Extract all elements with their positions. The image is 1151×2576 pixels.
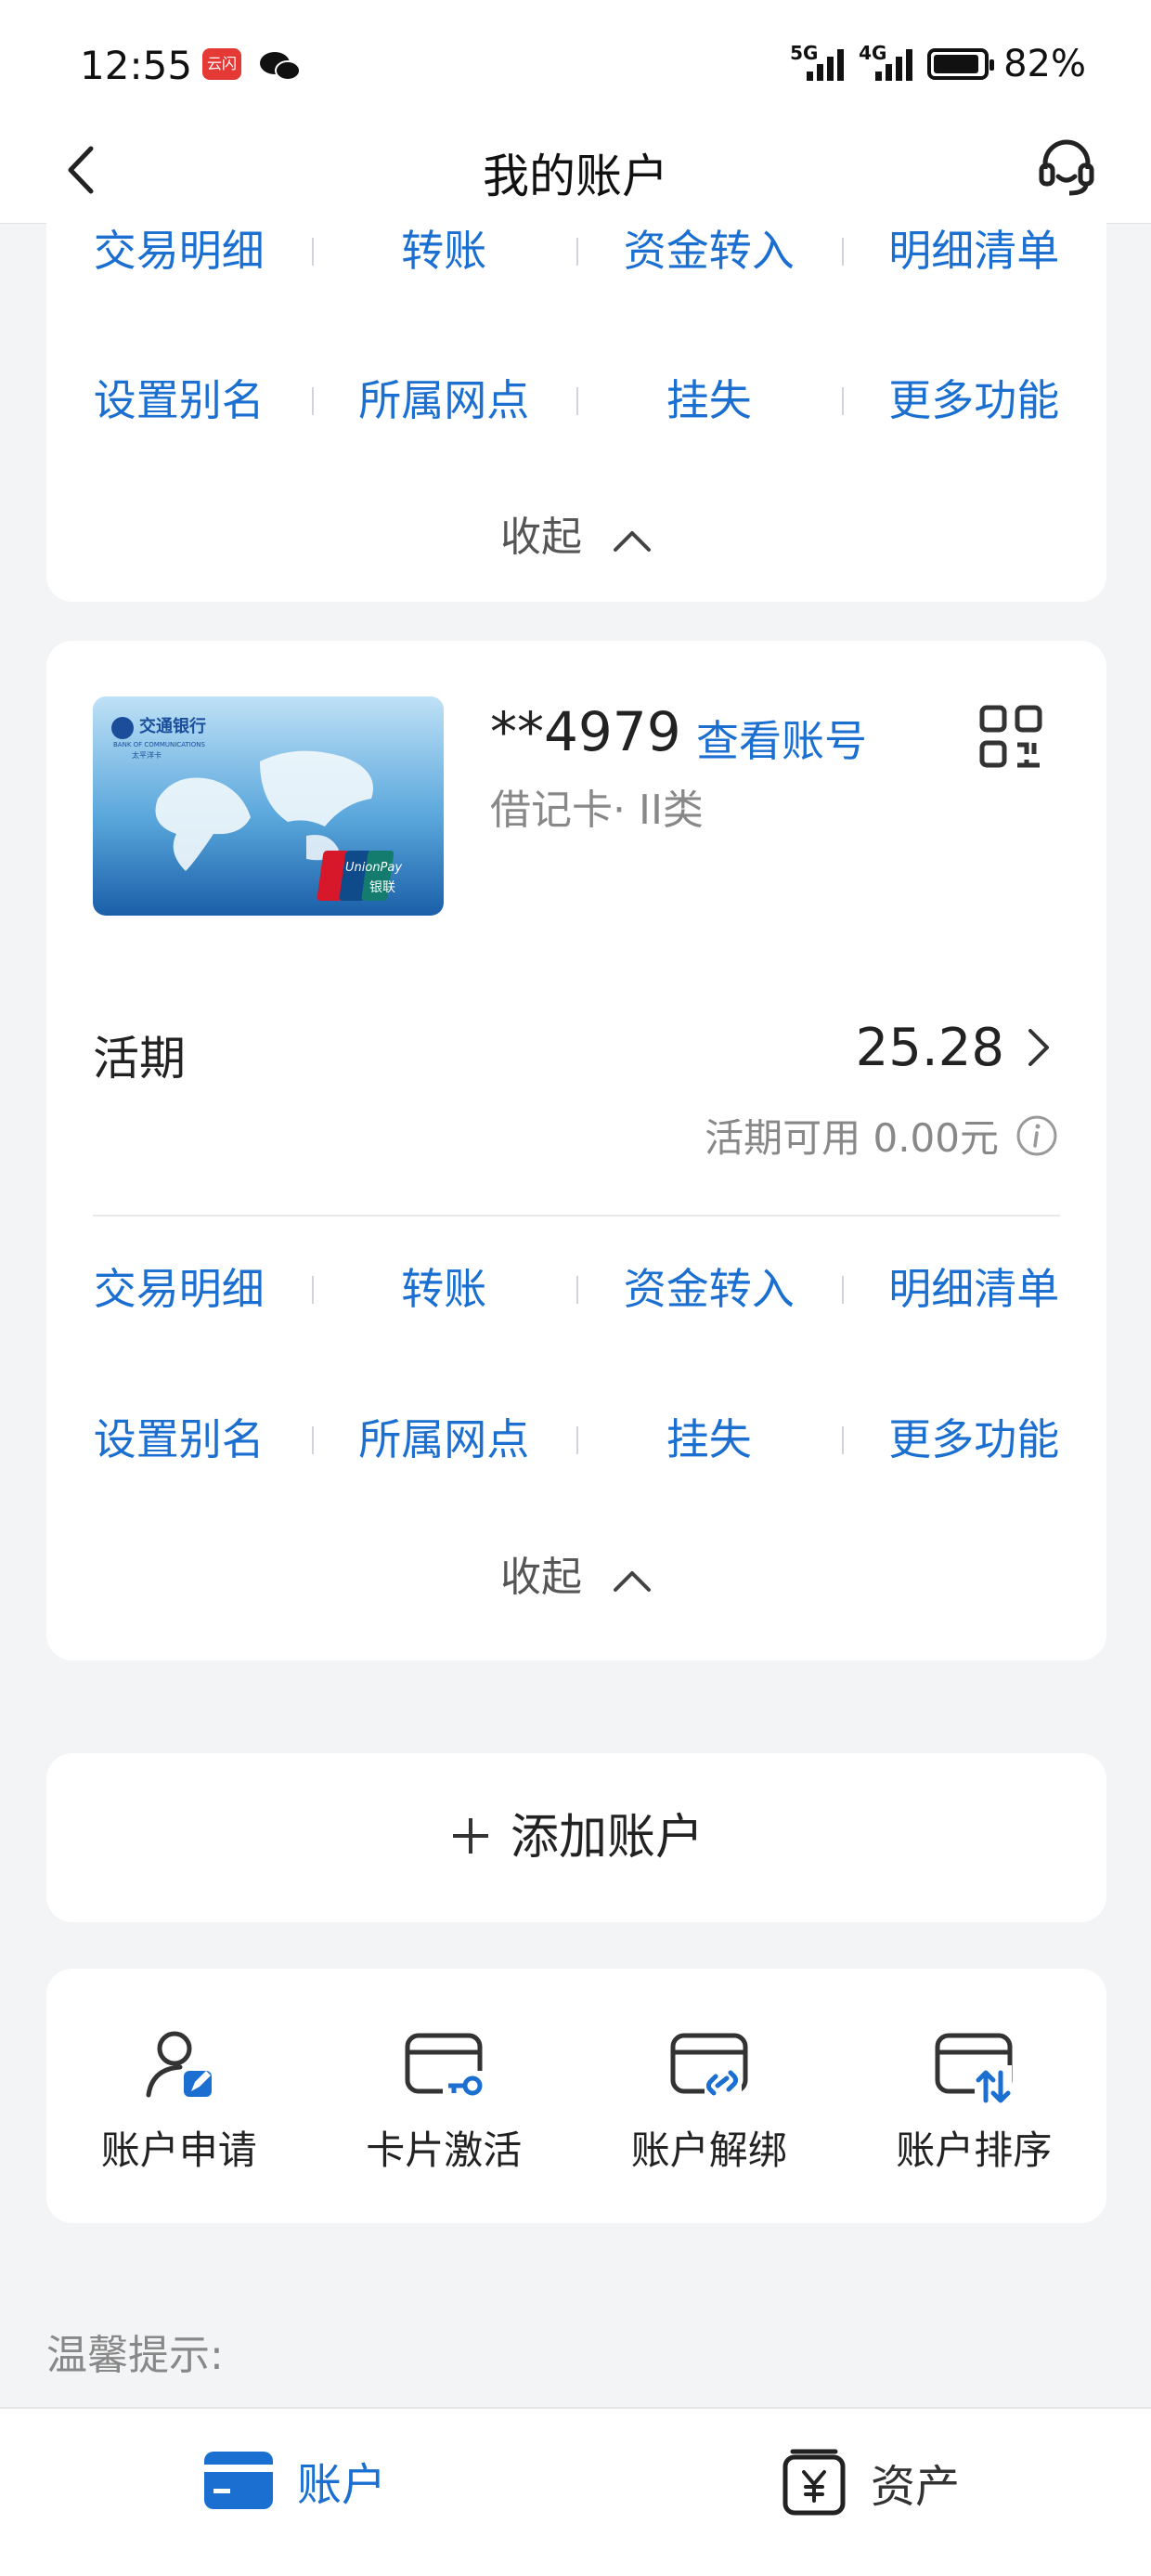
account-card: 交通银行 BANK OF COMMUNICATIONS 太平洋卡 UnionPa…: [46, 641, 1106, 1660]
status-time: 12:55: [80, 43, 193, 88]
signal-4g-icon: 4G: [859, 42, 913, 81]
account-services: 账户申请 卡片激活 账户解绑 账户排序: [46, 1969, 1106, 2223]
more-functions-button[interactable]: 更多功能: [841, 363, 1107, 437]
add-account-row: 添加账户: [46, 1798, 1106, 1867]
tab-account[interactable]: 账户: [204, 2448, 386, 2513]
actions-row-2: 设置别名 所属网点 挂失 更多功能: [46, 1402, 1106, 1477]
transfer-button[interactable]: 转账: [311, 1252, 577, 1326]
set-alias-button[interactable]: 设置别名: [46, 363, 312, 437]
services-row: 账户申请 卡片激活 账户解绑 账户排序: [46, 1969, 1106, 2223]
svg-text:交通银行: 交通银行: [139, 716, 206, 736]
card-type: 借记卡· II类: [490, 787, 704, 834]
plus-icon: [452, 1818, 488, 1854]
masked-account-number: **4979: [490, 700, 681, 763]
collapse-label: 收起: [500, 514, 582, 561]
account-card-previous: 交易明细 转账 资金转入 明细清单 设置别名 所属网点 挂失 更多功能 收起: [46, 214, 1106, 602]
nav-bar: 我的账户: [0, 121, 1151, 224]
add-account-button[interactable]: 添加账户: [46, 1753, 1106, 1922]
add-account-label: 添加账户: [510, 1810, 704, 1866]
branch-button[interactable]: 所属网点: [311, 363, 577, 437]
card-activation-button[interactable]: 卡片激活: [312, 1969, 577, 2223]
deposit-type-label: 活期: [93, 1032, 186, 1086]
account-apply-button[interactable]: 账户申请: [46, 1969, 312, 2223]
actions-row-1: 交易明细 转账 资金转入 明细清单: [46, 214, 1106, 288]
status-bar: 12:55 云闪付 5G 4G 82%: [0, 0, 1151, 121]
unionpay-logo: UnionPay 银联: [317, 851, 402, 901]
available-balance: 活期可用 0.00元: [705, 1115, 999, 1161]
view-account-number-link[interactable]: 查看账号: [696, 708, 867, 769]
account-unbind-button[interactable]: 账户解绑: [576, 1969, 842, 2223]
bottom-tab-bar: 账户 资产: [0, 2407, 1151, 2576]
balance-amount[interactable]: 25.28: [856, 1018, 1004, 1078]
more-functions-button[interactable]: 更多功能: [841, 1402, 1107, 1477]
service-label: 卡片激活: [366, 2127, 523, 2173]
report-loss-button[interactable]: 挂失: [576, 363, 842, 437]
statement-list-button[interactable]: 明细清单: [841, 1252, 1107, 1326]
page-title: 我的账户: [483, 150, 668, 203]
collapse-label: 收起: [500, 1554, 582, 1601]
collapse-button[interactable]: 收起: [46, 503, 1106, 563]
status-right: 5G 4G 82%: [790, 42, 1086, 85]
card-key-icon: [405, 2033, 486, 2102]
battery-icon: [927, 48, 995, 80]
unionpay-app-icon: 云闪付: [202, 48, 241, 104]
bank-card-image[interactable]: 交通银行 BANK OF COMMUNICATIONS 太平洋卡 UnionPa…: [93, 696, 444, 916]
service-label: 账户申请: [100, 2127, 257, 2173]
actions-row-2: 设置别名 所属网点 挂失 更多功能: [46, 363, 1106, 437]
branch-button[interactable]: 所属网点: [311, 1402, 577, 1477]
chevron-right-icon[interactable]: [1023, 1023, 1054, 1072]
chevron-up-icon: [614, 531, 651, 552]
battery-percent: 82%: [1003, 43, 1086, 85]
card-sort-icon: [935, 2033, 1013, 2103]
statement-list-button[interactable]: 明细清单: [841, 214, 1107, 288]
tab-assets[interactable]: 资产: [782, 2448, 960, 2517]
divider: [93, 1215, 1060, 1216]
transaction-details-button[interactable]: 交易明细: [46, 1252, 312, 1326]
collapse-button[interactable]: 收起: [46, 1543, 1106, 1603]
set-alias-button[interactable]: 设置别名: [46, 1402, 312, 1477]
svg-text:太平洋卡: 太平洋卡: [132, 750, 162, 760]
card-unlink-icon: [670, 2033, 748, 2101]
service-label: 账户排序: [896, 2127, 1053, 2173]
info-icon[interactable]: [1015, 1114, 1058, 1157]
transfer-button[interactable]: 转账: [311, 214, 577, 288]
svg-text:BANK OF COMMUNICATIONS: BANK OF COMMUNICATIONS: [113, 741, 206, 748]
tab-label: 账户: [297, 2459, 387, 2511]
fund-transfer-in-button[interactable]: 资金转入: [576, 1252, 842, 1326]
tips-heading: 温馨提示:: [46, 2332, 224, 2379]
signal-5g-icon: 5G: [790, 42, 845, 81]
svg-text:UnionPay: UnionPay: [345, 861, 402, 875]
actions-row-1: 交易明细 转账 资金转入 明细清单: [46, 1252, 1106, 1326]
wechat-icon: [260, 52, 301, 81]
transaction-details-button[interactable]: 交易明细: [46, 214, 312, 288]
chevron-up-icon: [614, 1571, 651, 1592]
bank-card-art: 交通银行 BANK OF COMMUNICATIONS 太平洋卡 UnionPa…: [93, 696, 444, 916]
fund-transfer-in-button[interactable]: 资金转入: [576, 214, 842, 288]
card-icon: [204, 2452, 273, 2509]
yuan-box-icon: [782, 2449, 846, 2516]
qr-code-icon[interactable]: [978, 704, 1043, 769]
available-balance-row: 活期可用 0.00元: [705, 1107, 1058, 1164]
tab-label: 资产: [871, 2461, 961, 2513]
svg-text:银联: 银联: [369, 880, 395, 895]
account-sort-button[interactable]: 账户排序: [842, 1969, 1107, 2223]
service-label: 账户解绑: [630, 2127, 787, 2173]
report-loss-button[interactable]: 挂失: [576, 1402, 842, 1477]
headset-icon[interactable]: [1034, 134, 1099, 199]
user-edit-icon: [146, 2031, 212, 2098]
